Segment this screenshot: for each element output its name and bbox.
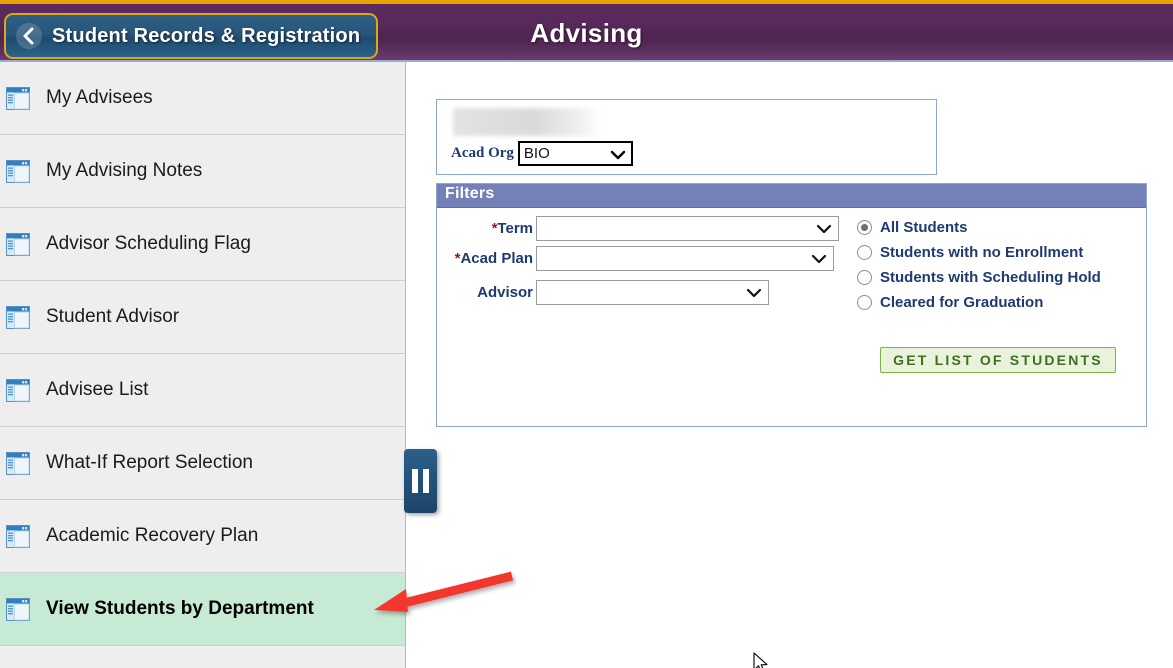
- sidebar-item-label: My Advising Notes: [46, 160, 203, 181]
- page-header: Student Records & Registration Advising: [0, 0, 1173, 62]
- filters-panel-title: Filters: [437, 184, 1146, 208]
- sidebar-item-label: Student Advisor: [46, 306, 180, 327]
- filter-row-acad-plan: *Acad Plan: [437, 246, 834, 271]
- radio-option-label: All Students: [880, 219, 968, 236]
- filter-select-advisor[interactable]: [536, 280, 769, 305]
- sidebar-item-label: Academic Recovery Plan: [46, 525, 259, 546]
- filter-label: Advisor: [437, 284, 533, 301]
- filter-label-text: Acad Plan: [460, 250, 533, 267]
- window-list-icon: [6, 232, 30, 256]
- radio-option-students-with-scheduling-hold[interactable]: Students with Scheduling Hold: [857, 269, 1101, 286]
- acad-org-label: Acad Org: [451, 145, 514, 161]
- filter-select-acad-plan[interactable]: [536, 246, 834, 271]
- sidebar-item-advisee-list[interactable]: Advisee List: [0, 354, 405, 427]
- filter-row-term: *Term: [437, 216, 839, 241]
- filter-label-text: Term: [497, 220, 533, 237]
- radio-option-label: Cleared for Graduation: [880, 294, 1044, 311]
- redacted-text-block: [453, 108, 601, 136]
- sidebar-item-view-students-by-department[interactable]: View Students by Department: [0, 573, 405, 646]
- filter-label: *Acad Plan: [437, 250, 533, 267]
- acad-org-panel: Acad Org BIO: [436, 99, 937, 175]
- app-root: Student Records & Registration Advising …: [0, 0, 1173, 668]
- sidebar-item-label: What-If Report Selection: [46, 452, 253, 473]
- acad-org-select-value: BIO: [523, 145, 550, 162]
- sidebar-item-advisor-scheduling-flag[interactable]: Advisor Scheduling Flag: [0, 208, 405, 281]
- acad-org-row: Acad Org BIO: [451, 141, 633, 166]
- filters-panel-body: All Students Students with no Enrollment S…: [437, 208, 1146, 426]
- pause-bar-left: [412, 469, 418, 493]
- sidebar-item-label: View Students by Department: [46, 598, 314, 619]
- pause-bar-right: [423, 469, 429, 493]
- window-list-icon: [6, 524, 30, 548]
- radio-button[interactable]: [857, 270, 872, 285]
- student-filter-radio-group[interactable]: All Students Students with no Enrollment S…: [857, 219, 1101, 319]
- filters-panel: Filters All Students Students with no Enr…: [436, 183, 1147, 427]
- acad-org-select[interactable]: BIO: [517, 141, 633, 169]
- chevron-down-icon: [746, 285, 762, 306]
- sidebar-item-my-advising-notes[interactable]: My Advising Notes: [0, 135, 405, 208]
- page-title: Advising: [530, 18, 643, 48]
- window-list-icon: [6, 597, 30, 621]
- sidebar-nav[interactable]: My Advisees My Advising Notes Advisor Sche…: [0, 62, 406, 668]
- window-list-icon: [6, 305, 30, 329]
- filter-label-text: Advisor: [477, 284, 533, 301]
- sidebar-item-label: Advisee List: [46, 379, 149, 400]
- sidebar-item-label: Advisor Scheduling Flag: [46, 233, 251, 254]
- filter-label: *Term: [437, 220, 533, 237]
- sidebar-item-my-advisees[interactable]: My Advisees: [0, 62, 405, 135]
- chevron-down-icon: [816, 221, 832, 242]
- get-list-of-students-button[interactable]: GET LIST OF STUDENTS: [880, 347, 1116, 373]
- window-list-icon: [6, 451, 30, 475]
- window-list-icon: [6, 86, 30, 110]
- radio-option-label: Students with Scheduling Hold: [880, 269, 1101, 286]
- radio-button[interactable]: [857, 295, 872, 310]
- sidebar-item-academic-recovery-plan[interactable]: Academic Recovery Plan: [0, 500, 405, 573]
- window-list-icon: [6, 159, 30, 183]
- radio-button[interactable]: [857, 220, 872, 235]
- window-list-icon: [6, 378, 30, 402]
- radio-option-label: Students with no Enrollment: [880, 244, 1084, 261]
- main-content: Acad Org BIO Filters All Students Student…: [407, 64, 1173, 668]
- sidebar-item-student-advisor[interactable]: Student Advisor: [0, 281, 405, 354]
- sidebar-item-what-if-report-selection[interactable]: What-If Report Selection: [0, 427, 405, 500]
- sidebar-collapse-handle[interactable]: [404, 449, 437, 513]
- radio-option-all-students[interactable]: All Students: [857, 219, 1101, 236]
- filter-row-advisor: Advisor: [437, 280, 769, 305]
- radio-button[interactable]: [857, 245, 872, 260]
- radio-option-cleared-for-graduation[interactable]: Cleared for Graduation: [857, 294, 1101, 311]
- chevron-down-icon: [811, 251, 827, 272]
- sidebar-item-label: My Advisees: [46, 87, 153, 108]
- chevron-down-icon: [610, 147, 626, 169]
- filter-select-term[interactable]: [536, 216, 839, 241]
- radio-option-students-with-no-enrollment[interactable]: Students with no Enrollment: [857, 244, 1101, 261]
